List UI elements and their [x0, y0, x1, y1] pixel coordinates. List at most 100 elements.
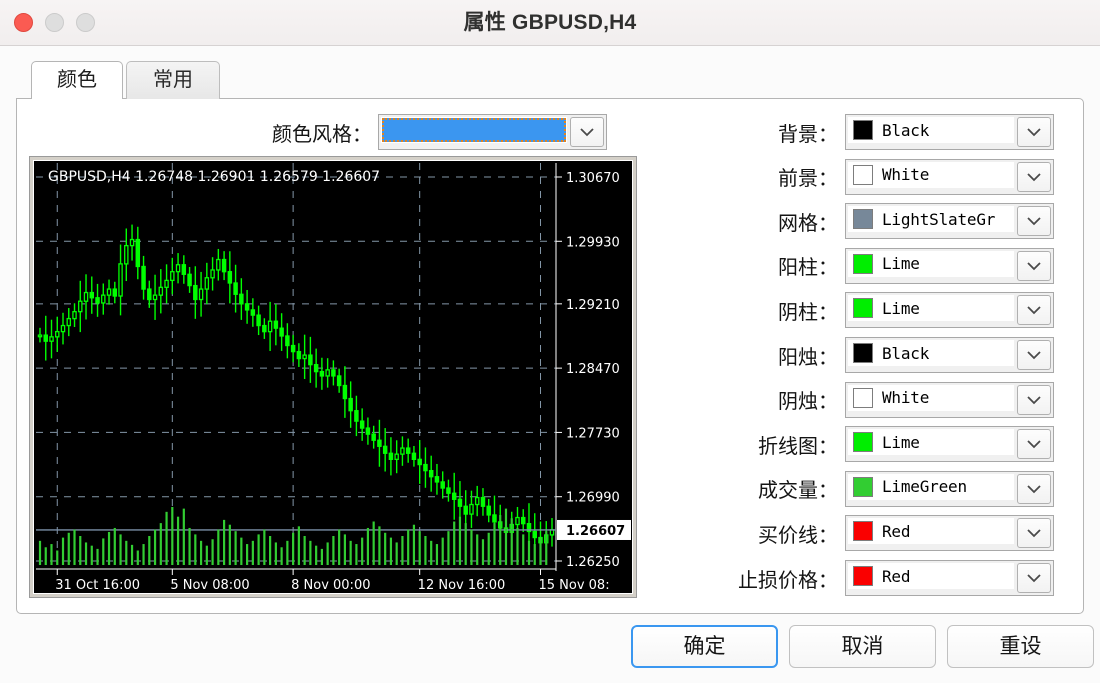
chevron-down-icon — [1027, 529, 1041, 538]
color-row-label: 前景： — [778, 168, 838, 191]
ok-button[interactable]: 确定 — [631, 625, 778, 668]
color-dropdown-button[interactable] — [1017, 295, 1051, 326]
color-dropdown-button[interactable] — [1017, 429, 1051, 460]
color-combo[interactable]: Red — [845, 515, 1054, 552]
color-combo[interactable]: Red — [845, 560, 1054, 596]
color-scheme-row: 颜色风格： — [272, 114, 607, 150]
color-combo[interactable]: White — [845, 381, 1054, 418]
color-dropdown-button[interactable] — [1017, 563, 1051, 593]
color-dropdown-button[interactable] — [1017, 117, 1051, 147]
color-value-text: Black — [882, 343, 930, 363]
color-combo-field[interactable]: Lime — [848, 429, 1014, 456]
color-combo[interactable]: Lime — [845, 247, 1054, 284]
color-combo-field[interactable]: Red — [848, 518, 1014, 545]
reset-button[interactable]: 重设 — [947, 625, 1094, 668]
color-swatch — [853, 343, 873, 363]
tab-common[interactable]: 常用 — [126, 61, 220, 99]
color-row-label: 背景： — [778, 123, 838, 146]
color-combo[interactable]: LimeGreen — [845, 470, 1054, 507]
color-dropdown-button[interactable] — [1017, 250, 1051, 281]
color-row-label: 阳烛： — [778, 346, 838, 369]
color-dropdown-button[interactable] — [1017, 340, 1051, 370]
svg-text:1.29930: 1.29930 — [566, 235, 620, 250]
window-title: 属性 GBPUSD,H4 — [463, 11, 637, 34]
color-dropdown-button[interactable] — [1017, 473, 1051, 504]
svg-text:1.30670: 1.30670 — [566, 171, 620, 186]
properties-dialog: 属性 GBPUSD,H4 颜色 常用 颜色风格： 1.30670 1.29930… — [0, 0, 1100, 683]
color-combo-field[interactable]: Red — [848, 563, 1014, 589]
colors-panel: 颜色风格： 1.30670 1.29930 1.29210 1.28470 1.2773… — [16, 98, 1084, 614]
color-combo[interactable]: Black — [845, 337, 1054, 373]
color-value-text: Lime — [882, 298, 920, 318]
color-value-text: Red — [882, 566, 911, 586]
dialog-footer: 确定 取消 重设 — [0, 625, 1100, 683]
color-dropdown-button[interactable] — [1017, 384, 1051, 415]
chevron-down-icon — [1027, 574, 1041, 583]
color-combo[interactable]: White — [845, 158, 1054, 195]
chevron-down-icon — [1027, 262, 1041, 271]
color-value-text: Lime — [882, 254, 920, 274]
chart-preview: 1.30670 1.29930 1.29210 1.28470 1.27730 1.269… — [33, 160, 633, 594]
svg-text:31 Oct 16:00: 31 Oct 16:00 — [55, 578, 140, 593]
color-scheme-label: 颜色风格： — [272, 123, 372, 146]
color-scheme-field[interactable] — [381, 117, 567, 143]
color-row-label: 阴柱： — [778, 301, 838, 324]
color-scheme-combo[interactable] — [378, 114, 607, 150]
color-combo[interactable]: Lime — [845, 426, 1054, 463]
color-row-6: 阴烛： White — [637, 381, 1054, 419]
color-combo-field[interactable]: Black — [848, 117, 1014, 143]
color-row-5: 阳烛： Black — [637, 336, 1054, 374]
color-settings-list: 背景： Black 前景： White 网格： LightSlateGr 阳柱： Lime 阴柱… — [637, 107, 1083, 607]
color-value-text: LightSlateGr — [882, 209, 996, 229]
color-row-8: 成交量： LimeGreen — [637, 470, 1054, 508]
color-row-0: 背景： Black — [637, 113, 1054, 151]
color-combo-field[interactable]: Black — [848, 340, 1014, 366]
chevron-down-icon — [1027, 128, 1041, 137]
color-value-text: White — [882, 388, 930, 408]
color-value-text: White — [882, 165, 930, 185]
color-combo-field[interactable]: Lime — [848, 250, 1014, 277]
color-swatch — [853, 209, 873, 230]
color-row-label: 止损价格： — [738, 569, 838, 592]
color-swatch — [853, 521, 873, 542]
color-combo[interactable]: Lime — [845, 292, 1054, 329]
chevron-down-icon — [1027, 217, 1041, 226]
svg-text:1.29210: 1.29210 — [566, 298, 620, 313]
color-swatch — [853, 432, 873, 453]
svg-text:1.28470: 1.28470 — [566, 362, 620, 377]
color-value-text: Black — [882, 120, 930, 140]
cancel-button[interactable]: 取消 — [789, 625, 936, 668]
color-row-4: 阴柱： Lime — [637, 291, 1054, 329]
color-value-text: LimeGreen — [882, 477, 967, 497]
color-dropdown-button[interactable] — [1017, 161, 1051, 192]
tab-colors[interactable]: 颜色 — [31, 61, 123, 99]
color-combo-field[interactable]: Lime — [848, 295, 1014, 322]
color-combo-field[interactable]: White — [848, 384, 1014, 411]
color-scheme-selection — [382, 118, 566, 142]
color-dropdown-button[interactable] — [1017, 206, 1051, 237]
color-scheme-dropdown-button[interactable] — [570, 117, 604, 147]
color-row-2: 网格： LightSlateGr — [637, 202, 1054, 240]
color-row-3: 阳柱： Lime — [637, 247, 1054, 285]
chevron-down-icon — [580, 128, 594, 137]
color-row-label: 阳柱： — [778, 257, 838, 280]
chart-canvas: 1.30670 1.29930 1.29210 1.28470 1.27730 1.269… — [36, 163, 631, 593]
color-swatch — [853, 566, 873, 586]
chevron-down-icon — [1027, 351, 1041, 360]
color-swatch — [853, 253, 873, 274]
svg-text:1.27730: 1.27730 — [566, 426, 620, 441]
color-row-label: 折线图： — [758, 435, 838, 458]
color-dropdown-button[interactable] — [1017, 518, 1051, 549]
color-combo-field[interactable]: White — [848, 161, 1014, 188]
color-combo-field[interactable]: LimeGreen — [848, 473, 1014, 500]
color-combo[interactable]: Black — [845, 114, 1054, 150]
color-swatch — [853, 120, 873, 140]
chevron-down-icon — [1027, 395, 1041, 404]
color-swatch — [853, 298, 873, 319]
color-combo-field[interactable]: LightSlateGr — [848, 206, 1014, 233]
color-combo[interactable]: LightSlateGr — [845, 203, 1054, 240]
color-row-7: 折线图： Lime — [637, 425, 1054, 463]
svg-text:GBPUSD,H4 1.26748 1.26901 1.2: GBPUSD,H4 1.26748 1.26901 1.26579 1.2660… — [48, 169, 380, 185]
chart-preview-frame: 1.30670 1.29930 1.29210 1.28470 1.27730 1.269… — [29, 156, 637, 598]
svg-text:12 Nov 16:00: 12 Nov 16:00 — [418, 578, 506, 593]
